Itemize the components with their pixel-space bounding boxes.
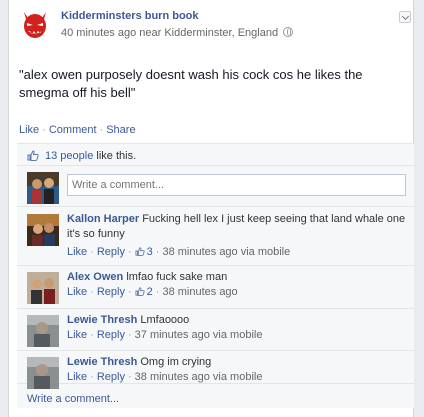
comment-like-link[interactable]: Like [67, 329, 87, 341]
comment-composer [17, 167, 417, 207]
comment-text: Lmfaoooo [140, 314, 190, 326]
comment-item: Kallon Harper Fucking hell lex I just ke… [17, 208, 417, 266]
commenter-avatar[interactable] [27, 272, 59, 304]
comment-body: Kallon Harper Fucking hell lex I just ke… [67, 212, 412, 242]
comment-reply-link[interactable]: Reply [97, 371, 125, 383]
comment-author[interactable]: Lewie Thresh [67, 356, 137, 368]
comment-time[interactable]: 38 minutes ago via mobile [162, 246, 290, 258]
comment-reply-link[interactable]: Reply [97, 246, 125, 258]
comment-time[interactable]: 37 minutes ago via mobile [135, 329, 263, 341]
comment-body: Lewie Thresh Omg im crying [67, 355, 412, 370]
comment-likes-number: 3 [146, 246, 153, 258]
post-timestamp[interactable]: 40 minutes ago near Kidderminster, Engla… [61, 27, 278, 39]
comment-item: Lewie Thresh Omg im crying Like · Reply · 38… [17, 351, 417, 389]
comment-like-link[interactable]: Like [67, 371, 87, 383]
comment-link[interactable]: Comment [49, 124, 97, 136]
likes-suffix: like this. [96, 150, 137, 162]
post-card: Kidderminsters burn book 40 minutes ago … [8, 0, 417, 417]
comment-meta: Like · Reply · 37 minutes ago via mobile [67, 329, 263, 341]
comment-reply-link[interactable]: Reply [97, 286, 125, 298]
comment-item: Lewie Thresh Lmfaoooo Like · Reply · 37 minu… [17, 309, 417, 351]
write-comment-link[interactable]: Write a comment... [27, 393, 119, 405]
commenter-avatar[interactable] [27, 357, 59, 389]
globe-icon[interactable] [283, 27, 294, 37]
post-body-text: "alex owen purposely doesnt wash his coc… [19, 67, 363, 100]
comment-likes-count[interactable]: 3 [135, 246, 153, 258]
likes-summary: 13 people like this. [45, 150, 136, 162]
thumbs-up-icon [27, 150, 39, 161]
thumbs-up-icon [135, 247, 145, 256]
thumbs-up-icon [135, 287, 145, 296]
comment-author[interactable]: Kallon Harper [67, 213, 139, 225]
likes-row: 13 people like this. [17, 144, 417, 166]
comment-author[interactable]: Lewie Thresh [67, 314, 137, 326]
post-actions: Like · Comment · Share [19, 124, 136, 136]
post-meta: 40 minutes ago near Kidderminster, Engla… [61, 27, 294, 39]
comment-text: lmfao fuck sake man [126, 271, 228, 283]
commenter-avatar[interactable] [27, 315, 59, 347]
comment-input[interactable] [67, 174, 406, 196]
scrollbar-track[interactable] [414, 0, 424, 417]
comment-meta: Like · Reply · 2 · 38 minutes ago [67, 286, 238, 298]
comment-reply-link[interactable]: Reply [97, 329, 125, 341]
comment-like-link[interactable]: Like [67, 246, 87, 258]
comment-likes-number: 2 [146, 286, 153, 298]
comment-item: Alex Owen lmfao fuck sake man Like · Reply… [17, 266, 417, 309]
comment-time[interactable]: 38 minutes ago [162, 286, 237, 298]
commenter-avatar[interactable] [27, 214, 59, 246]
user-avatar [27, 172, 59, 204]
page-name-link[interactable]: Kidderminsters burn book [61, 10, 199, 22]
comment-body: Lewie Thresh Lmfaoooo [67, 313, 412, 328]
page-avatar[interactable] [19, 8, 51, 40]
post-header: Kidderminsters burn book 40 minutes ago … [19, 8, 411, 40]
like-link[interactable]: Like [19, 124, 39, 136]
comment-time[interactable]: 38 minutes ago via mobile [135, 371, 263, 383]
comment-like-link[interactable]: Like [67, 286, 87, 298]
comment-meta: Like · Reply · 3 · 38 minutes ago via mobile [67, 246, 291, 258]
comment-meta: Like · Reply · 38 minutes ago via mobile [67, 371, 263, 383]
share-link[interactable]: Share [106, 124, 135, 136]
comment-text: Omg im crying [140, 356, 212, 368]
chevron-down-icon[interactable] [399, 11, 411, 23]
comment-likes-count[interactable]: 2 [135, 286, 153, 298]
feedback-section: 13 people like this. Kallon H [17, 143, 417, 408]
comment-author[interactable]: Alex Owen [67, 271, 123, 283]
comment-body: Alex Owen lmfao fuck sake man [67, 270, 412, 285]
devil-face-icon [24, 12, 46, 38]
likes-count-link[interactable]: 13 people [45, 150, 93, 162]
